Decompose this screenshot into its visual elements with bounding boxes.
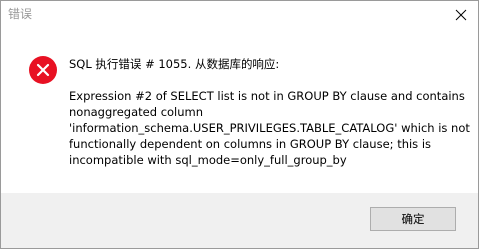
window-title: 错误 [8, 7, 33, 21]
title-bar: 错误 [1, 1, 478, 29]
close-icon [455, 9, 467, 21]
error-icon [28, 55, 58, 85]
message-line: Expression #2 of SELECT list is not in G… [69, 89, 465, 103]
message-line: nonaggregated column [69, 105, 204, 119]
error-header: SQL 执行错误 # 1055. 从数据库的响应: [69, 57, 280, 71]
dialog-footer: 确定 [1, 193, 478, 248]
ok-button[interactable]: 确定 [370, 207, 456, 231]
message-line: 'information_schema.USER_PRIVILEGES.TABL… [69, 121, 470, 135]
message-line: incompatible with sql_mode=only_full_gro… [69, 153, 347, 167]
close-button[interactable] [450, 5, 472, 25]
message-line: functionally dependent on columns in GRO… [69, 137, 432, 151]
error-message: Expression #2 of SELECT list is not in G… [69, 88, 470, 168]
dialog-content: SQL 执行错误 # 1055. 从数据库的响应: Expression #2 … [1, 29, 478, 193]
error-dialog: 错误 SQL 执行错误 # 1055. 从数据库的响应: Expression … [0, 0, 479, 249]
